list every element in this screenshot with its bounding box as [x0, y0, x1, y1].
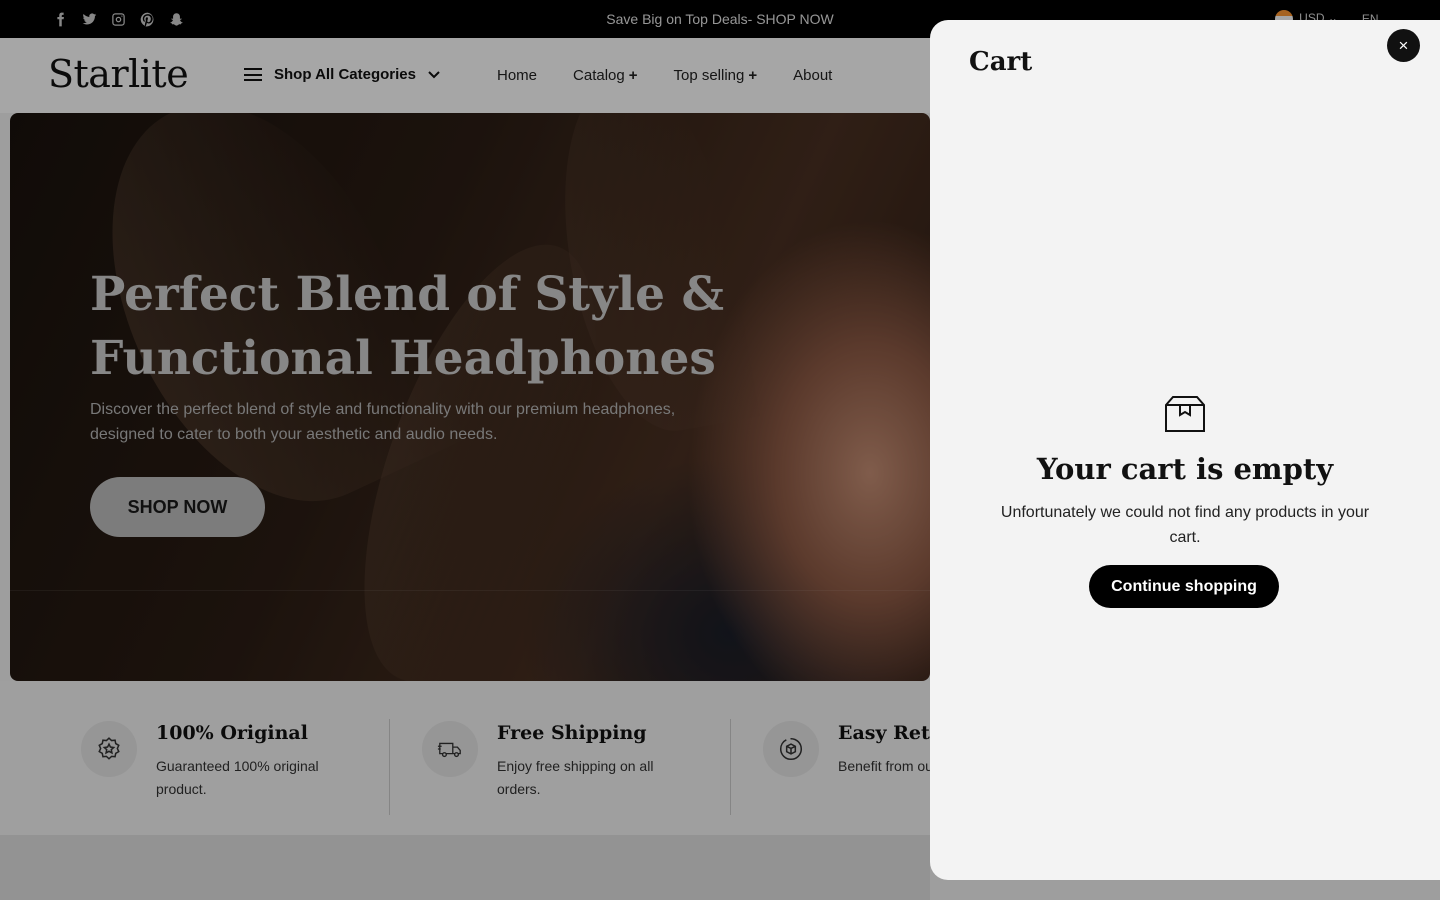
empty-cart-title: Your cart is empty — [1036, 452, 1334, 486]
empty-cart-text: Unfortunately we could not find any prod… — [1000, 504, 1370, 546]
empty-box-icon — [1165, 396, 1205, 432]
continue-shopping-button[interactable]: Continue shopping — [1089, 565, 1279, 608]
cart-drawer: Cart × Your cart is empty Unfortunately … — [930, 20, 1440, 880]
close-cart-button[interactable]: × — [1387, 29, 1420, 62]
cart-title: Cart — [969, 47, 1033, 77]
